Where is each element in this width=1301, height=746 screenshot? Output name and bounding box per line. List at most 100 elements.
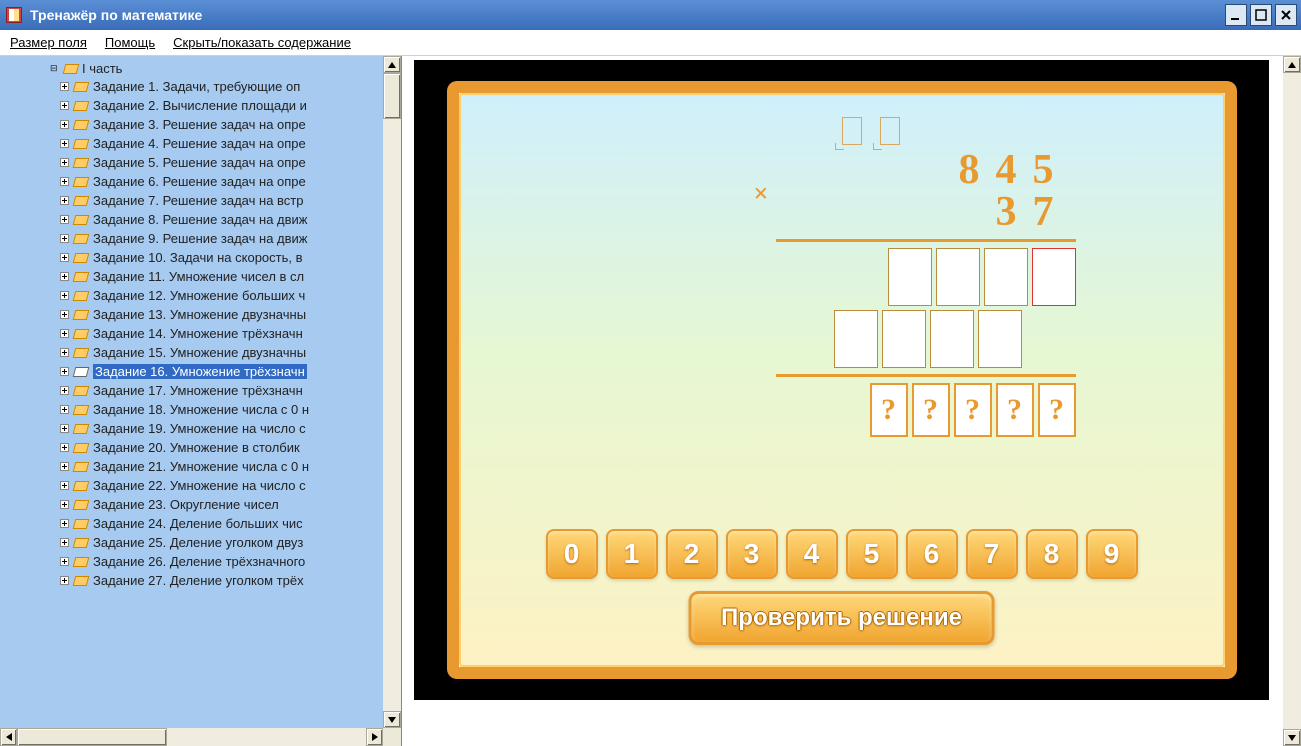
menu-field-size[interactable]: Размер поля	[10, 35, 87, 50]
tree-item[interactable]: Задание 20. Умножение в столбик	[60, 438, 383, 457]
expand-icon[interactable]	[60, 538, 69, 547]
expand-icon[interactable]	[60, 234, 69, 243]
tree-item[interactable]: Задание 18. Умножение числа с 0 н	[60, 400, 383, 419]
expand-icon[interactable]	[60, 291, 69, 300]
expand-icon[interactable]	[60, 82, 69, 91]
expand-icon[interactable]	[60, 158, 69, 167]
expand-icon[interactable]	[60, 481, 69, 490]
digit-key-5[interactable]: 5	[846, 529, 898, 579]
digit-key-9[interactable]: 9	[1086, 529, 1138, 579]
tree-item[interactable]: Задание 12. Умножение больших ч	[60, 286, 383, 305]
expand-icon[interactable]	[60, 367, 69, 376]
minimize-button[interactable]	[1225, 4, 1247, 26]
expand-icon[interactable]	[60, 177, 69, 186]
expand-icon[interactable]	[60, 215, 69, 224]
tree-item[interactable]: Задание 9. Решение задач на движ	[60, 229, 383, 248]
result-cell[interactable]: ?	[912, 383, 950, 437]
menu-help[interactable]: Помощь	[105, 35, 155, 50]
tree-item[interactable]: Задание 5. Решение задач на опре	[60, 153, 383, 172]
scroll-down-button[interactable]	[1283, 729, 1301, 746]
tree-item[interactable]: Задание 21. Умножение числа с 0 н	[60, 457, 383, 476]
scroll-thumb-h[interactable]	[17, 728, 167, 746]
scroll-up-button[interactable]	[1283, 56, 1301, 73]
tree-item[interactable]: Задание 14. Умножение трёхзначн	[60, 324, 383, 343]
digit-key-0[interactable]: 0	[546, 529, 598, 579]
content-vscrollbar[interactable]	[1283, 56, 1301, 746]
expand-icon[interactable]	[60, 443, 69, 452]
tree-item[interactable]: Задание 3. Решение задач на опре	[60, 115, 383, 134]
answer-cell[interactable]	[834, 310, 878, 368]
tree-item[interactable]: Задание 15. Умножение двузначны	[60, 343, 383, 362]
scroll-right-button[interactable]	[366, 728, 383, 746]
digit-key-7[interactable]: 7	[966, 529, 1018, 579]
tree-root[interactable]: ⊟ I часть	[50, 60, 383, 77]
tree-item[interactable]: Задание 27. Деление уголком трёх	[60, 571, 383, 590]
expand-icon[interactable]	[60, 576, 69, 585]
tree-item[interactable]: Задание 26. Деление трёхзначного	[60, 552, 383, 571]
tree-item[interactable]: Задание 8. Решение задач на движ	[60, 210, 383, 229]
expand-icon[interactable]	[60, 405, 69, 414]
carry-input-box[interactable]	[842, 117, 862, 145]
digit-key-4[interactable]: 4	[786, 529, 838, 579]
expand-icon[interactable]	[60, 120, 69, 129]
tree-item[interactable]: Задание 22. Умножение на число с	[60, 476, 383, 495]
sidebar-vscrollbar[interactable]	[383, 56, 401, 728]
expand-icon[interactable]	[60, 348, 69, 357]
collapse-icon[interactable]: ⊟	[50, 63, 60, 74]
result-cell[interactable]: ?	[996, 383, 1034, 437]
answer-cell[interactable]	[888, 248, 932, 306]
tree-item[interactable]: Задание 6. Решение задач на опре	[60, 172, 383, 191]
answer-cell[interactable]	[978, 310, 1022, 368]
divider	[776, 239, 1076, 242]
menu-toggle-toc[interactable]: Скрыть/показать содержание	[173, 35, 351, 50]
tree-item[interactable]: Задание 16. Умножение трёхзначн	[60, 362, 383, 381]
expand-icon[interactable]	[60, 557, 69, 566]
digit-key-2[interactable]: 2	[666, 529, 718, 579]
answer-cell[interactable]	[930, 310, 974, 368]
expand-icon[interactable]	[60, 500, 69, 509]
expand-icon[interactable]	[60, 424, 69, 433]
digit-key-6[interactable]: 6	[906, 529, 958, 579]
tree-item[interactable]: Задание 1. Задачи, требующие оп	[60, 77, 383, 96]
scroll-up-button[interactable]	[383, 56, 401, 73]
expand-icon[interactable]	[60, 196, 69, 205]
sidebar-hscrollbar[interactable]	[0, 728, 383, 746]
answer-cell[interactable]	[882, 310, 926, 368]
tree-item[interactable]: Задание 10. Задачи на скорость, в	[60, 248, 383, 267]
tree-item[interactable]: Задание 24. Деление больших чис	[60, 514, 383, 533]
tree-item[interactable]: Задание 4. Решение задач на опре	[60, 134, 383, 153]
scroll-left-button[interactable]	[0, 728, 17, 746]
scroll-thumb[interactable]	[383, 73, 401, 119]
tree-item[interactable]: Задание 13. Умножение двузначны	[60, 305, 383, 324]
tree-item[interactable]: Задание 17. Умножение трёхзначн	[60, 381, 383, 400]
result-cell[interactable]: ?	[870, 383, 908, 437]
answer-cell[interactable]	[936, 248, 980, 306]
close-button[interactable]	[1275, 4, 1297, 26]
tree-item[interactable]: Задание 19. Умножение на число с	[60, 419, 383, 438]
scroll-down-button[interactable]	[383, 711, 401, 728]
carry-input-box[interactable]	[880, 117, 900, 145]
digit-key-1[interactable]: 1	[606, 529, 658, 579]
answer-cell[interactable]	[1032, 248, 1076, 306]
expand-icon[interactable]	[60, 253, 69, 262]
expand-icon[interactable]	[60, 386, 69, 395]
maximize-button[interactable]	[1250, 4, 1272, 26]
expand-icon[interactable]	[60, 272, 69, 281]
check-answer-button[interactable]: Проверить решение	[688, 591, 995, 645]
digit-key-8[interactable]: 8	[1026, 529, 1078, 579]
tree-item[interactable]: Задание 25. Деление уголком двуз	[60, 533, 383, 552]
expand-icon[interactable]	[60, 519, 69, 528]
tree-item[interactable]: Задание 23. Округление чисел	[60, 495, 383, 514]
digit-key-3[interactable]: 3	[726, 529, 778, 579]
result-cell[interactable]: ?	[954, 383, 992, 437]
result-cell[interactable]: ?	[1038, 383, 1076, 437]
expand-icon[interactable]	[60, 310, 69, 319]
expand-icon[interactable]	[60, 329, 69, 338]
tree-item[interactable]: Задание 11. Умножение чисел в сл	[60, 267, 383, 286]
tree-item[interactable]: Задание 2. Вычисление площади и	[60, 96, 383, 115]
expand-icon[interactable]	[60, 462, 69, 471]
tree-item[interactable]: Задание 7. Решение задач на встр	[60, 191, 383, 210]
answer-cell[interactable]	[984, 248, 1028, 306]
expand-icon[interactable]	[60, 101, 69, 110]
expand-icon[interactable]	[60, 139, 69, 148]
